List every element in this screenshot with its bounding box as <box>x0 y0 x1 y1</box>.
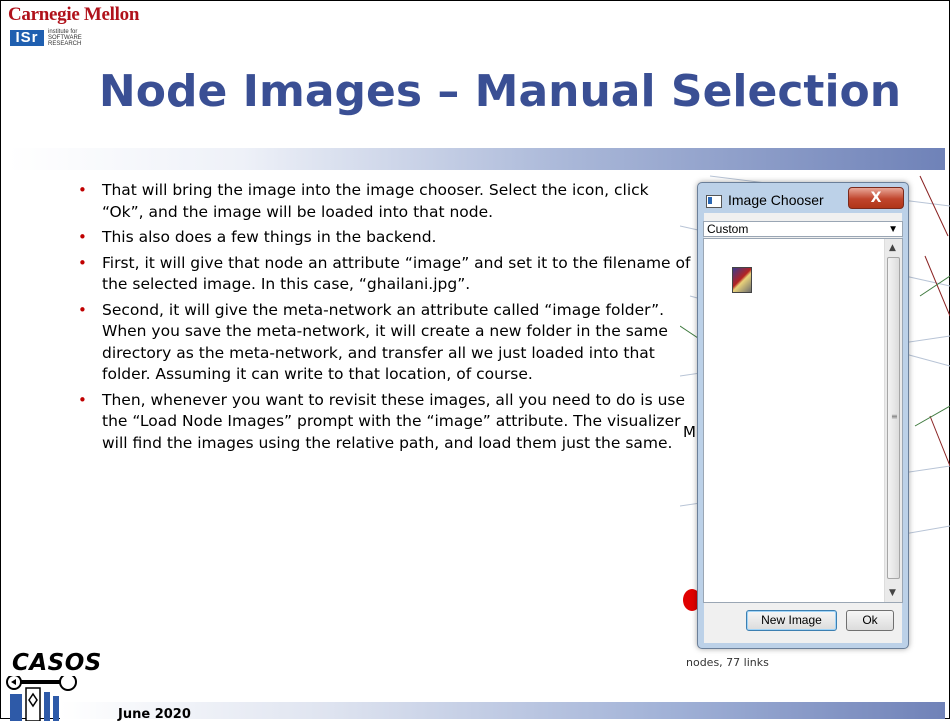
bullet-item: • That will bring the image into the imag… <box>78 180 693 223</box>
close-button[interactable]: X <box>848 187 904 209</box>
footer-date: June 2020 <box>118 707 191 722</box>
scroll-up-icon[interactable]: ▲ <box>889 243 896 253</box>
scrollbar[interactable]: ▲ ≡ ▼ <box>884 239 902 602</box>
casos-logo-text: CASOS <box>12 650 102 676</box>
slide-title: Node Images – Manual Selection <box>98 66 902 117</box>
folder-select-value: Custom <box>707 222 749 236</box>
bullet-item: • This also does a few things in the back… <box>78 227 693 249</box>
bullet-text: This also does a few things in the backe… <box>102 228 437 246</box>
bullet-text: Second, it will give the meta-network an… <box>102 300 668 384</box>
bullet-item: • Second, it will give the meta-network a… <box>78 300 693 386</box>
image-thumbnail[interactable] <box>732 267 752 293</box>
image-list: ▲ ≡ ▼ <box>703 238 903 603</box>
bullet-list: • That will bring the image into the imag… <box>78 180 693 458</box>
isr-logo-text: institute for SOFTWARE RESEARCH <box>48 29 82 47</box>
scrollbar-thumb[interactable]: ≡ <box>887 257 900 579</box>
bullet-icon: • <box>78 253 87 272</box>
bullet-icon: • <box>78 181 87 199</box>
footer-bar <box>60 702 945 719</box>
bullet-icon: • <box>78 300 87 319</box>
bullet-item: • First, it will give that node an attrib… <box>78 253 693 296</box>
network-status: nodes, 77 links <box>686 656 769 669</box>
new-image-button[interactable]: New Image <box>746 610 837 631</box>
dialog-title: Image Chooser <box>728 192 824 208</box>
window-icon <box>706 195 722 208</box>
bullet-item: • Then, whenever you want to revisit thes… <box>78 390 693 455</box>
folder-select[interactable]: Custom ▼ <box>703 221 903 237</box>
bullet-text: Then, whenever you want to revisit these… <box>102 390 686 452</box>
isr-logo-mark: ISr <box>10 30 44 46</box>
cmu-logo: Carnegie Mellon <box>8 4 140 25</box>
bullet-text: First, it will give that node an attribu… <box>102 253 691 294</box>
scroll-down-icon[interactable]: ▼ <box>889 588 896 598</box>
bullet-text: That will bring the image into the image… <box>102 181 649 221</box>
ok-button[interactable]: Ok <box>846 610 894 631</box>
bullet-icon: • <box>78 228 87 246</box>
bullet-icon: • <box>78 390 87 409</box>
grip-icon: ≡ <box>891 412 898 421</box>
chevron-down-icon[interactable]: ▼ <box>888 223 898 237</box>
